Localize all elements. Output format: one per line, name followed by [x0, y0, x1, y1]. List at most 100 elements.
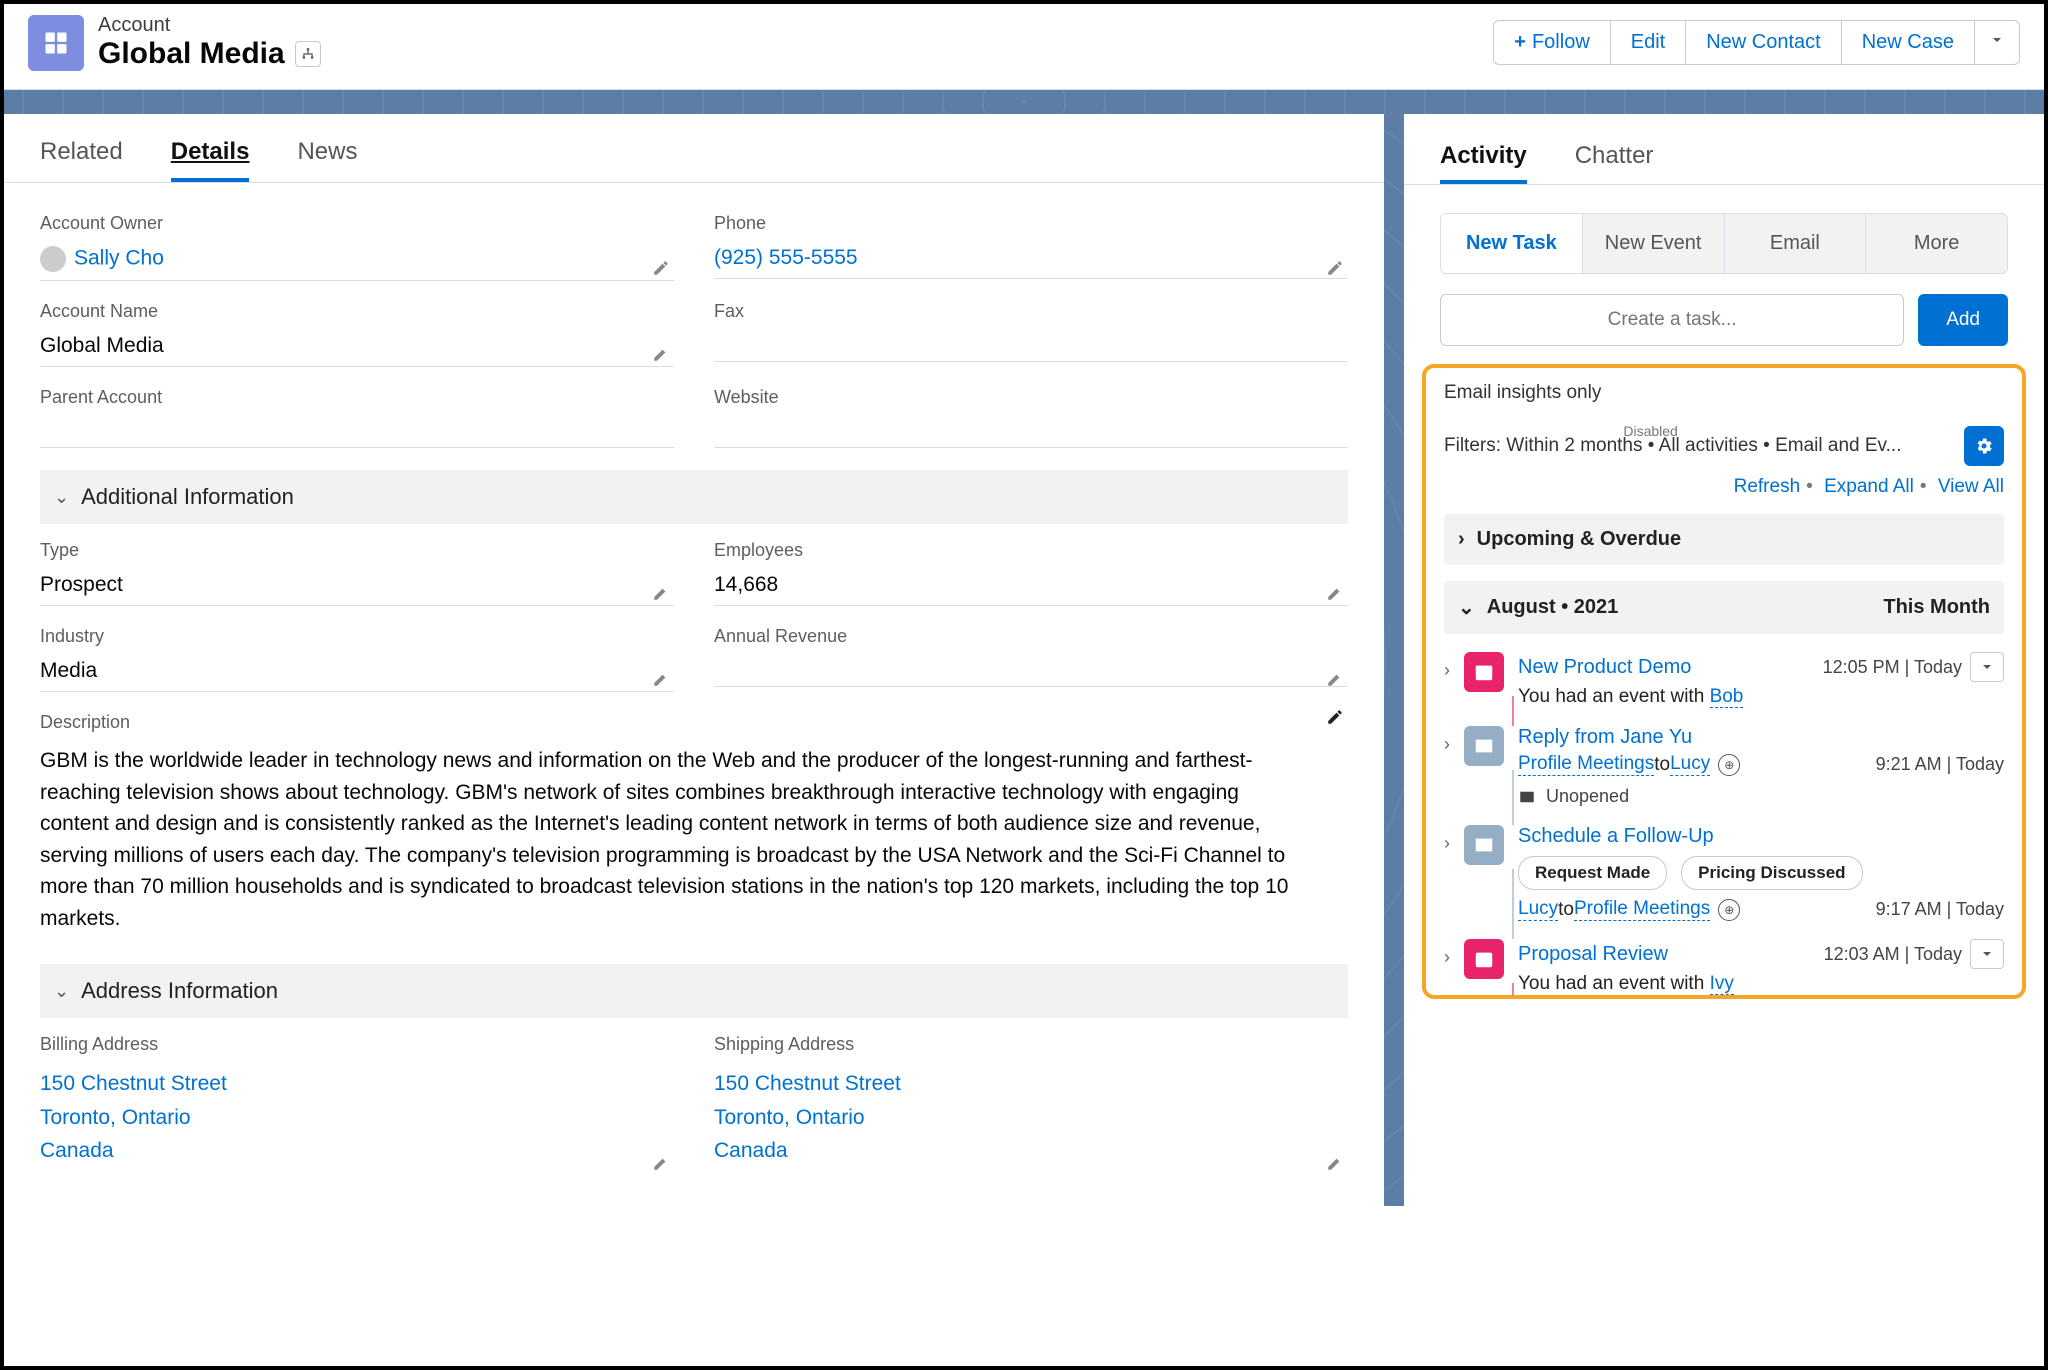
- email-icon: [1464, 825, 1504, 865]
- tab-activity[interactable]: Activity: [1440, 142, 1527, 184]
- chevron-down-icon: ⌄: [54, 981, 69, 1002]
- add-task-button[interactable]: Add: [1918, 294, 2008, 346]
- billing-city[interactable]: Toronto, Ontario: [40, 1101, 674, 1135]
- field-type: Type Prospect: [40, 530, 674, 616]
- group-upcoming[interactable]: › Upcoming & Overdue: [1444, 514, 2004, 565]
- section-address-info[interactable]: ⌄ Address Information: [40, 964, 1348, 1018]
- field-employees: Employees 14,668: [714, 530, 1348, 616]
- field-parent-account: Parent Account: [40, 377, 674, 458]
- shipping-street[interactable]: 150 Chestnut Street: [714, 1067, 1348, 1101]
- object-label: Account: [98, 14, 321, 37]
- field-phone: Phone (925) 555-5555: [714, 203, 1348, 291]
- view-all-link[interactable]: View All: [1938, 476, 2004, 497]
- edit-employees-icon[interactable]: [1326, 584, 1344, 602]
- group-month[interactable]: ⌄ August • 2021 This Month: [1444, 581, 2004, 634]
- subtab-new-task[interactable]: New Task: [1441, 214, 1583, 273]
- shipping-city[interactable]: Toronto, Ontario: [714, 1101, 1348, 1135]
- tab-chatter[interactable]: Chatter: [1575, 142, 1654, 184]
- person-link[interactable]: Jane Yu: [1620, 726, 1692, 748]
- field-billing-address: Billing Address 150 Chestnut Street Toro…: [40, 1024, 674, 1186]
- create-task-input[interactable]: [1440, 294, 1904, 346]
- field-fax: Fax: [714, 291, 1348, 377]
- record-header: Account Global Media +Follow Edit New Co…: [4, 4, 2044, 90]
- activity-time: 9:17 AM | Today: [1876, 899, 2004, 920]
- person-link[interactable]: Ivy: [1710, 973, 1734, 995]
- chevron-down-icon: ⌄: [54, 487, 69, 508]
- activity-item: › Proposal Review 12:03 AM | Today You h…: [1444, 939, 2004, 995]
- edit-revenue-icon[interactable]: [1326, 670, 1344, 688]
- person-link[interactable]: Lucy: [1670, 753, 1710, 776]
- tab-related[interactable]: Related: [40, 138, 123, 182]
- activity-time: 9:21 AM | Today: [1876, 754, 2004, 775]
- expand-icon[interactable]: ›: [1444, 726, 1450, 807]
- hierarchy-icon[interactable]: [295, 41, 321, 67]
- record-heading: Account Global Media: [98, 14, 321, 71]
- person-link[interactable]: Lucy: [1518, 898, 1558, 921]
- timeline-connector: [1512, 983, 1514, 995]
- activity-title-link[interactable]: New Product Demo: [1518, 656, 1691, 679]
- activity-menu-button[interactable]: [1970, 652, 2004, 682]
- event-icon: [1464, 939, 1504, 979]
- owner-link[interactable]: Sally Cho: [74, 247, 164, 270]
- billing-street[interactable]: 150 Chestnut Street: [40, 1067, 674, 1101]
- subtab-more[interactable]: More: [1866, 214, 2007, 273]
- refresh-link[interactable]: Refresh: [1734, 476, 1801, 497]
- expand-icon[interactable]: ›: [1444, 939, 1450, 995]
- subtab-email[interactable]: Email: [1725, 214, 1867, 273]
- activity-item: › New Product Demo 12:05 PM | Today You …: [1444, 652, 2004, 708]
- related-link[interactable]: Profile Meetings: [1574, 898, 1710, 921]
- activity-title-link[interactable]: Schedule a Follow-Up: [1518, 825, 1714, 848]
- shipping-country[interactable]: Canada: [714, 1134, 1348, 1168]
- edit-description-icon[interactable]: [1326, 708, 1344, 726]
- right-tabs: Activity Chatter: [1404, 114, 2044, 185]
- toggle-state: Disabled: [1623, 423, 1677, 439]
- edit-shipping-icon[interactable]: [1326, 1154, 1344, 1172]
- field-website: Website: [714, 377, 1348, 458]
- person-link[interactable]: Bob: [1710, 686, 1744, 708]
- phone-link[interactable]: (925) 555-5555: [714, 240, 1348, 279]
- globe-icon: ⊕: [1718, 754, 1740, 776]
- activity-time: 12:05 PM | Today: [1823, 657, 1962, 678]
- new-contact-button[interactable]: New Contact: [1685, 20, 1842, 65]
- header-actions: +Follow Edit New Contact New Case: [1494, 20, 2020, 65]
- insight-chip: Pricing Discussed: [1681, 856, 1862, 890]
- edit-billing-icon[interactable]: [652, 1154, 670, 1172]
- follow-button[interactable]: +Follow: [1493, 20, 1610, 65]
- edit-phone-icon[interactable]: [1326, 259, 1344, 277]
- tab-details[interactable]: Details: [171, 138, 250, 182]
- insight-chip: Request Made: [1518, 856, 1667, 890]
- subtab-new-event[interactable]: New Event: [1583, 214, 1725, 273]
- tab-news[interactable]: News: [297, 138, 357, 182]
- composer-tabs: New Task New Event Email More: [1440, 213, 2008, 274]
- activity-title-link[interactable]: Proposal Review: [1518, 943, 1668, 966]
- globe-icon: ⊕: [1718, 899, 1740, 921]
- activity-timeline-highlight: Email insights only Disabled Filters: Wi…: [1422, 364, 2026, 999]
- email-status: Unopened: [1546, 786, 1629, 807]
- billing-country[interactable]: Canada: [40, 1134, 674, 1168]
- field-account-owner: Account Owner Sally Cho: [40, 203, 674, 291]
- avatar-icon: [40, 246, 66, 272]
- timeline-connector: [1512, 869, 1514, 939]
- edit-owner-icon[interactable]: [652, 259, 670, 277]
- expand-all-link[interactable]: Expand All: [1824, 476, 1914, 497]
- related-link[interactable]: Profile Meetings: [1518, 753, 1654, 776]
- edit-industry-icon[interactable]: [652, 670, 670, 688]
- activity-menu-button[interactable]: [1970, 939, 2004, 969]
- expand-icon[interactable]: ›: [1444, 825, 1450, 921]
- field-industry: Industry Media: [40, 616, 674, 702]
- edit-button[interactable]: Edit: [1610, 20, 1686, 65]
- chevron-right-icon: ›: [1458, 528, 1465, 551]
- activity-item: › Schedule a Follow-Up Request Made Pric…: [1444, 825, 2004, 921]
- record-name: Global Media: [98, 37, 285, 71]
- new-case-button[interactable]: New Case: [1841, 20, 1975, 65]
- field-shipping-address: Shipping Address 150 Chestnut Street Tor…: [714, 1024, 1348, 1186]
- edit-type-icon[interactable]: [652, 584, 670, 602]
- left-tabs: Related Details News: [4, 114, 1384, 183]
- filter-settings-button[interactable]: [1964, 426, 2004, 466]
- decorative-band: [4, 90, 2044, 114]
- more-actions-button[interactable]: [1974, 20, 2020, 65]
- timeline-connector: [1512, 770, 1514, 825]
- expand-icon[interactable]: ›: [1444, 652, 1450, 708]
- section-additional-info[interactable]: ⌄ Additional Information: [40, 470, 1348, 524]
- edit-name-icon[interactable]: [652, 345, 670, 363]
